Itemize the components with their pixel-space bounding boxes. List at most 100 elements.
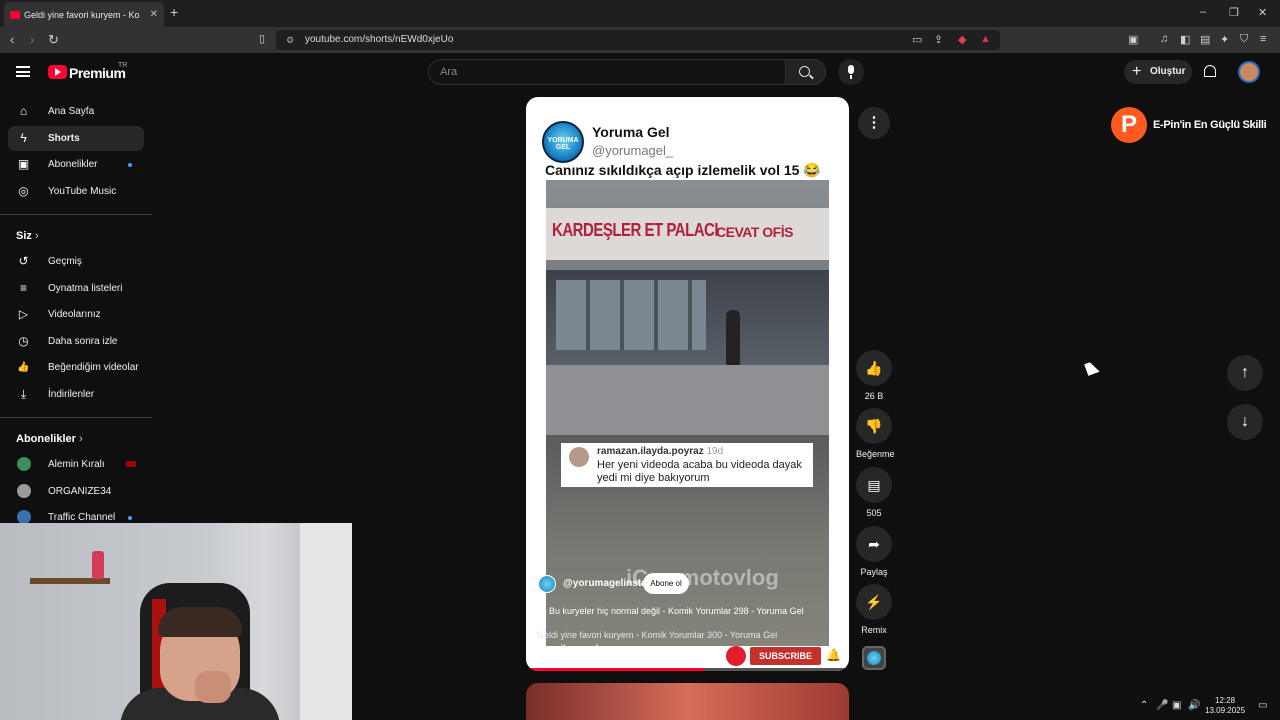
tab-search-icon[interactable]: ▣ [1128, 33, 1138, 46]
region-code: TR [118, 62, 128, 69]
sidebar-item-history[interactable]: ↺ Geçmiş [8, 249, 144, 274]
rewards-icon[interactable]: ▲ [980, 33, 991, 45]
sidebar-item-label: Geçmiş [48, 256, 82, 267]
video-channel-name: Yoruma Gel [592, 124, 670, 140]
webcam-person-hair [158, 607, 242, 637]
wallet-icon[interactable]: ▤ [1200, 33, 1210, 46]
sidebar-channel-item[interactable]: Alemin Kıralı [8, 452, 144, 477]
tab-close-icon[interactable]: ✕ [150, 9, 158, 20]
comment-count: 505 [866, 508, 882, 518]
hashtag-link[interactable]: #komikyorumlar [537, 643, 607, 653]
sidebar-item-shorts[interactable]: ϟ Shorts [8, 126, 144, 151]
share-label: Paylaş [860, 567, 888, 577]
webcam-person-hand [195, 671, 231, 703]
browser-tab[interactable]: Geldi yine favori kuryem - Ko ✕ [4, 2, 164, 27]
brand-overlay-text: E-Pin'in En Güçlü Skilli [1153, 119, 1267, 131]
overlay-channel-name[interactable]: @yorumagelinsta [563, 578, 647, 589]
subscriptions-icon: ▣ [17, 157, 30, 171]
restore-button[interactable]: ❐ [1229, 6, 1239, 19]
sidebar-item-label: Traffic Channel [48, 512, 116, 523]
tray-mic-icon[interactable]: 🎤 [1156, 700, 1168, 711]
overlay-channel-avatar[interactable] [538, 575, 556, 593]
sidebar-item-home[interactable]: ⌂ Ana Sayfa [8, 99, 144, 124]
forward-icon[interactable]: › [30, 32, 34, 47]
youtube-header: Premium TR Ara + Oluştur [0, 53, 1280, 91]
account-avatar[interactable] [1238, 61, 1260, 83]
stream-brand-overlay: E-Pin'in En Güçlü Skilli [1111, 107, 1267, 143]
video-channel-avatar: YORUMA GEL [542, 121, 584, 163]
create-button[interactable]: + Oluştur [1124, 60, 1192, 84]
related-video-link[interactable]: Bu kuryeler hiç normal değil - Komik Yor… [538, 606, 804, 616]
share-button[interactable]: ➦ Paylaş [856, 526, 892, 577]
sidebar-subscriptions-heading[interactable]: Abonelikler › [16, 433, 83, 445]
share-page-icon[interactable]: ⇪ [934, 33, 943, 46]
search-button[interactable] [786, 59, 826, 85]
leo-icon[interactable]: ✦ [1220, 33, 1229, 46]
comments-button[interactable]: ▤ 505 [856, 467, 892, 518]
live-indicator-icon [126, 461, 136, 467]
new-tab-button[interactable]: + [170, 4, 178, 20]
media-icon[interactable]: ♫ [1160, 33, 1168, 45]
sidebar-item-youtube-music[interactable]: ◎ YouTube Music [8, 179, 144, 204]
sidebar-item-subscriptions[interactable]: ▣ Abonelikler [8, 152, 144, 177]
back-icon[interactable]: ‹ [10, 32, 14, 47]
shop-windows [556, 280, 706, 350]
next-short-preview[interactable] [526, 683, 849, 720]
shop-sign-left: KARDEŞLER ET PALACI [552, 220, 719, 241]
sidebar-item-downloads[interactable]: ⤓ İndirilenler [8, 382, 144, 407]
address-toolbar: ‹ › ↻ ▯ ⚙ youtube.com/shorts/nEWd0xjeUo … [0, 27, 1280, 53]
minimize-button[interactable]: – [1200, 6, 1206, 18]
sidebar-item-liked-videos[interactable]: 👍 Beğendiğim videolar [8, 355, 144, 380]
sidebar-item-label: Beğendiğim videolar [48, 362, 139, 373]
sidebar-item-your-videos[interactable]: ▷ Videolarınız [8, 302, 144, 327]
browser-tab-bar: Geldi yine favori kuryem - Ko ✕ + – ❐ ✕ [0, 0, 1280, 27]
site-info-icon[interactable]: ⚙ [286, 30, 294, 50]
hamburger-menu-icon[interactable] [16, 66, 30, 77]
shop-sign-right: CEVAT OFİS [716, 224, 793, 240]
sidebar-toggle-icon[interactable]: ◧ [1180, 33, 1190, 46]
sidebar-item-watch-later[interactable]: ◷ Daha sonra izle [8, 329, 144, 354]
plus-icon: + [1132, 63, 1142, 80]
next-short-arrow-down-icon[interactable]: ↓ [1227, 404, 1263, 440]
like-count: 26 B [864, 391, 884, 401]
notifications-bell-icon[interactable] [1204, 65, 1216, 77]
tray-notifications-icon[interactable]: ▭ [1258, 700, 1267, 711]
sidewalk [546, 365, 829, 435]
window-close-button[interactable]: ✕ [1258, 6, 1267, 19]
sidebar-item-label: Daha sonra izle [48, 336, 118, 347]
youtube-logo-icon[interactable] [48, 65, 67, 79]
reload-icon[interactable]: ↻ [48, 32, 59, 48]
previous-short-arrow-up-icon[interactable]: ↑ [1227, 355, 1263, 391]
tray-volume-icon[interactable]: 🔊 [1188, 700, 1200, 711]
browser-menu-icon[interactable]: ≡ [1260, 33, 1266, 45]
premium-logo-text[interactable]: Premium [69, 65, 126, 81]
tray-network-icon[interactable]: ▣ [1172, 700, 1181, 711]
cast-icon[interactable]: ▭ [912, 33, 922, 46]
more-options-icon[interactable]: ⋮ [858, 107, 890, 139]
sidebar-item-playlists[interactable]: ≡ Oynatma listeleri [8, 276, 144, 301]
like-button[interactable]: 👍 26 B [856, 350, 892, 401]
short-video-player[interactable]: YORUMA GEL Yoruma Gel @yorumagel_ Canını… [526, 97, 849, 671]
sidebar-you-heading[interactable]: Siz › [16, 230, 39, 242]
shorts-icon: ϟ [20, 131, 27, 145]
liked-videos-icon: 👍 [17, 362, 30, 373]
tray-chevron-up-icon[interactable]: ⌃ [1140, 700, 1148, 711]
audio-source-thumbnail[interactable] [862, 646, 886, 670]
vpn-icon[interactable]: ⛉ [1240, 33, 1248, 46]
subscribe-button[interactable]: Abone ol [643, 573, 689, 594]
channel-avatar [17, 484, 31, 498]
brave-shield-icon[interactable]: ◆ [958, 33, 966, 46]
watch-later-icon: ◷ [18, 334, 29, 348]
tray-clock[interactable]: 12:28 13.09.2025 [1205, 696, 1245, 716]
voice-search-icon[interactable] [838, 59, 864, 85]
bookmark-icon[interactable]: ▯ [259, 32, 265, 45]
search-input[interactable]: Ara [428, 59, 786, 85]
sidebar-channel-item[interactable]: ORGANIZE34 [8, 479, 144, 504]
video-progress-bar[interactable] [526, 668, 849, 671]
comment-time: 19d [706, 446, 724, 457]
tab-title: Geldi yine favori kuryem - Ko [24, 9, 140, 20]
url-field[interactable]: ⚙ youtube.com/shorts/nEWd0xjeUo [276, 30, 1000, 50]
dislike-button[interactable]: 👎 Beğenme [856, 408, 895, 459]
system-tray: ⌃ 🎤 ▣ 🔊 12:28 13.09.2025 ▭ [1130, 692, 1280, 720]
remix-button[interactable]: ⚡ Remix [856, 584, 892, 635]
